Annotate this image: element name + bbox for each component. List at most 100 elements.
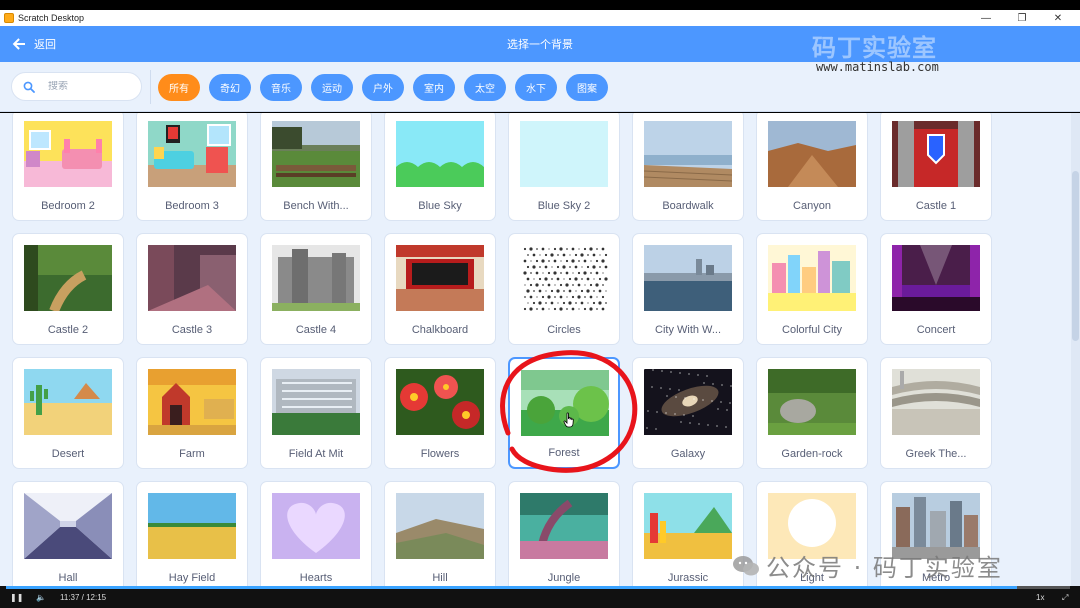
minimize-button[interactable]: — bbox=[968, 13, 1004, 24]
backdrop-thumbnail bbox=[148, 245, 236, 311]
video-time: 11:37 / 12:15 bbox=[60, 593, 107, 602]
video-progress-fill bbox=[6, 586, 1017, 589]
backdrop-name: Castle 3 bbox=[171, 324, 213, 336]
backdrop-name: Jurassic bbox=[667, 572, 709, 584]
scrollbar-thumb[interactable] bbox=[1072, 171, 1079, 341]
search-box[interactable] bbox=[11, 72, 142, 101]
backdrop-card[interactable]: Bench With... bbox=[260, 113, 372, 221]
backdrop-thumbnail bbox=[396, 245, 484, 311]
scrollbar[interactable] bbox=[1071, 113, 1080, 593]
window-titlebar: Scratch Desktop — ❐ ✕ bbox=[0, 10, 1080, 26]
wechat-watermark-text: 公众号 · 码丁实验室 bbox=[766, 554, 1003, 582]
backdrop-thumbnail bbox=[396, 369, 484, 435]
category-tag[interactable]: 音乐 bbox=[260, 74, 302, 101]
backdrop-name: Castle 1 bbox=[915, 200, 957, 212]
backdrop-card[interactable]: Field At Mit bbox=[260, 357, 372, 469]
category-tag[interactable]: 太空 bbox=[464, 74, 506, 101]
backdrop-card[interactable]: Farm bbox=[136, 357, 248, 469]
backdrop-name: Flowers bbox=[420, 448, 460, 460]
backdrop-thumbnail bbox=[892, 245, 980, 311]
window-title: Scratch Desktop bbox=[18, 13, 85, 23]
backdrop-card[interactable]: Greek The... bbox=[880, 357, 992, 469]
category-tag[interactable]: 室内 bbox=[413, 74, 455, 101]
restore-button[interactable]: ❐ bbox=[1004, 13, 1040, 24]
backdrop-name: Galaxy bbox=[670, 448, 706, 460]
backdrop-name: Circles bbox=[547, 324, 581, 336]
speed-button[interactable]: 1x bbox=[1036, 593, 1044, 602]
backdrop-thumbnail bbox=[892, 121, 980, 187]
backdrop-card[interactable]: Chalkboard bbox=[384, 233, 496, 345]
backdrop-card[interactable]: Castle 2 bbox=[12, 233, 124, 345]
backdrop-card[interactable]: Canyon bbox=[756, 113, 868, 221]
category-tag[interactable]: 户外 bbox=[362, 74, 404, 101]
backdrop-card[interactable]: Jungle bbox=[508, 481, 620, 593]
backdrop-thumbnail bbox=[892, 369, 980, 435]
backdrop-card[interactable]: Bedroom 3 bbox=[136, 113, 248, 221]
backdrop-card[interactable]: Castle 3 bbox=[136, 233, 248, 345]
backdrop-card[interactable]: Flowers bbox=[384, 357, 496, 469]
backdrop-grid: Bedroom 2 Bedroom 3 Bench With... Blue Sky B… bbox=[12, 113, 992, 593]
arrow-left-icon bbox=[12, 38, 25, 50]
backdrop-card[interactable]: Garden-rock bbox=[756, 357, 868, 469]
backdrop-card[interactable]: Desert bbox=[12, 357, 124, 469]
back-label: 返回 bbox=[34, 39, 56, 51]
backdrop-thumbnail bbox=[396, 121, 484, 187]
backdrop-card[interactable]: Hill bbox=[384, 481, 496, 593]
backdrop-card[interactable]: Boardwalk bbox=[632, 113, 744, 221]
search-input[interactable] bbox=[48, 81, 128, 92]
close-button[interactable]: ✕ bbox=[1040, 13, 1076, 24]
backdrop-thumbnail bbox=[521, 370, 609, 436]
category-tag[interactable]: 水下 bbox=[515, 74, 557, 101]
backdrop-name: Greek The... bbox=[905, 448, 967, 460]
backdrop-card[interactable]: Hall bbox=[12, 481, 124, 593]
backdrop-card[interactable]: Castle 4 bbox=[260, 233, 372, 345]
video-progress[interactable] bbox=[6, 586, 1070, 589]
backdrop-thumbnail bbox=[396, 493, 484, 559]
backdrop-name: City With W... bbox=[655, 324, 721, 336]
backdrop-card[interactable]: Hearts bbox=[260, 481, 372, 593]
backdrop-name: Canyon bbox=[793, 200, 831, 212]
backdrop-name: Bedroom 3 bbox=[165, 200, 219, 212]
backdrop-thumbnail bbox=[148, 369, 236, 435]
pause-icon[interactable]: ❚❚ bbox=[10, 593, 23, 602]
backdrop-card[interactable]: Blue Sky bbox=[384, 113, 496, 221]
backdrop-name: Farm bbox=[179, 448, 205, 460]
backdrop-card[interactable]: Hay Field bbox=[136, 481, 248, 593]
backdrop-thumbnail bbox=[24, 369, 112, 435]
backdrop-card[interactable]: City With W... bbox=[632, 233, 744, 345]
backdrop-name: Boardwalk bbox=[662, 200, 714, 212]
backdrop-thumbnail bbox=[148, 493, 236, 559]
backdrop-card[interactable]: Castle 1 bbox=[880, 113, 992, 221]
backdrop-thumbnail bbox=[644, 245, 732, 311]
back-button[interactable]: 返回 bbox=[12, 36, 56, 52]
backdrop-thumbnail bbox=[24, 245, 112, 311]
watermark-url: www.matinslab.com bbox=[816, 60, 939, 74]
category-tag[interactable]: 运动 bbox=[311, 74, 353, 101]
volume-icon[interactable]: 🔈 bbox=[36, 593, 46, 602]
backdrop-card[interactable]: Bedroom 2 bbox=[12, 113, 124, 221]
fullscreen-icon[interactable]: ⤢ bbox=[1062, 593, 1068, 603]
category-tag[interactable]: 奇幻 bbox=[209, 74, 251, 101]
window-controls: — ❐ ✕ bbox=[968, 10, 1076, 26]
backdrop-card[interactable]: Circles bbox=[508, 233, 620, 345]
scratch-app-icon bbox=[4, 13, 14, 23]
backdrop-card[interactable]: Colorful City bbox=[756, 233, 868, 345]
backdrop-card[interactable]: Blue Sky 2 bbox=[508, 113, 620, 221]
backdrop-name: Forest bbox=[548, 447, 580, 459]
backdrop-thumbnail bbox=[768, 245, 856, 311]
wechat-icon bbox=[733, 555, 759, 575]
backdrop-card[interactable]: Concert bbox=[880, 233, 992, 345]
backdrop-card[interactable]: Jurassic bbox=[632, 481, 744, 593]
category-tag[interactable]: 所有 bbox=[158, 74, 200, 101]
category-tag[interactable]: 图案 bbox=[566, 74, 608, 101]
backdrop-name: Hall bbox=[58, 572, 78, 584]
backdrop-card[interactable]: Galaxy bbox=[632, 357, 744, 469]
filter-divider bbox=[150, 70, 151, 104]
backdrop-card[interactable]: Forest bbox=[508, 357, 620, 469]
backdrop-thumbnail bbox=[148, 121, 236, 187]
backdrop-name: Jungle bbox=[547, 572, 581, 584]
backdrop-name: Blue Sky bbox=[418, 200, 462, 212]
backdrop-thumbnail bbox=[520, 245, 608, 311]
backdrop-name: Colorful City bbox=[782, 324, 842, 336]
backdrop-name: Hearts bbox=[299, 572, 333, 584]
